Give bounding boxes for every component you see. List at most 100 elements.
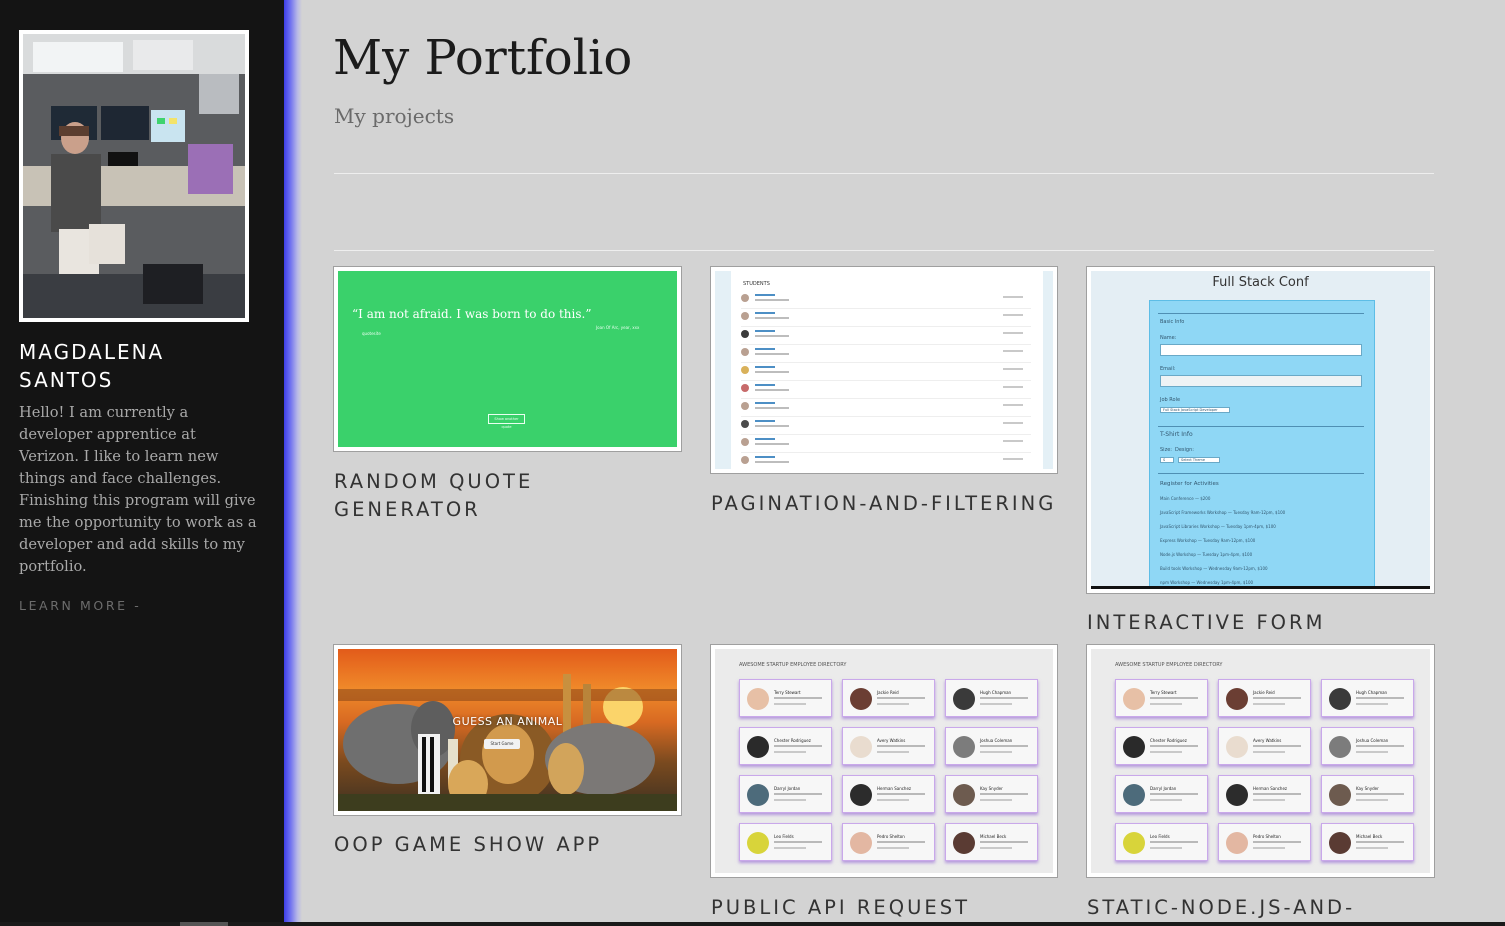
list-item [741, 363, 1031, 381]
employee-card: Herman Sanchez [842, 775, 935, 813]
directory-heading: AWESOME STARTUP EMPLOYEE DIRECTORY [739, 662, 847, 668]
employee-card: Jackie Reid [1218, 679, 1311, 717]
list-item [741, 327, 1031, 345]
activity-item: Express Workshop — Tuesday 9am-12pm, $10… [1160, 538, 1256, 543]
employee-card: Terry Stewart [739, 679, 832, 717]
activity-item: Build tools Workshop — Wednesday 9am-12p… [1160, 566, 1268, 571]
start-game-button: Start Game [484, 739, 520, 749]
employee-card: Jackie Reid [842, 679, 935, 717]
employee-card: Pedro Shelton [842, 823, 935, 861]
project-thumbnail-oop-game[interactable]: GUESS AN ANIMAL Start Game [333, 644, 682, 816]
activity-item: Main Conference — $200 [1160, 496, 1211, 501]
directory-app-preview: AWESOME STARTUP EMPLOYEE DIRECTORY Terry… [715, 649, 1053, 873]
horizontal-scrollbar[interactable] [0, 922, 1505, 926]
employee-card: Hugh Chapman [1321, 679, 1414, 717]
list-item [741, 309, 1031, 327]
employee-card: Joshua Coleman [1321, 727, 1414, 765]
profile-name: MAGDALENA SANTOS [19, 340, 165, 392]
employee-card: Leo Fields [739, 823, 832, 861]
activity-item: npm Workshop — Wednesday 1pm-4pm, $100 [1160, 580, 1254, 585]
job-role-value: Full Stack JavaScript Developer [1163, 408, 1218, 412]
student-list-page: STUDENTS [731, 271, 1043, 469]
list-item [741, 381, 1031, 399]
employee-card: Michael Beck [1321, 823, 1414, 861]
project-title-public-api[interactable]: PUBLIC API REQUEST [711, 894, 1051, 922]
project-thumbnail-static-node[interactable]: AWESOME STARTUP EMPLOYEE DIRECTORY Terry… [1086, 644, 1435, 878]
size-value: S [1163, 458, 1166, 462]
form-body: Basic Info Name: Email: Job Role Full St… [1149, 300, 1375, 589]
name-field [1160, 344, 1362, 356]
list-item [741, 399, 1031, 417]
employee-card: Joshua Coleman [945, 727, 1038, 765]
learn-more-link[interactable]: LEARN MORE - [19, 598, 141, 613]
list-item [741, 291, 1031, 309]
job-role-select: Full Stack JavaScript Developer [1160, 407, 1230, 413]
quote-app-preview: “I am not afraid. I was born to do this.… [338, 271, 677, 447]
list-item [741, 435, 1031, 453]
size-label: Size: [1160, 447, 1172, 453]
activity-item: JavaScript Libraries Workshop — Tuesday … [1160, 524, 1276, 529]
employee-card: Hugh Chapman [945, 679, 1038, 717]
form-bottom-edge [1091, 586, 1430, 589]
game-app-preview: GUESS AN ANIMAL Start Game [338, 649, 677, 811]
employee-card: Leo Fields [1115, 823, 1208, 861]
directory-heading: AWESOME STARTUP EMPLOYEE DIRECTORY [1115, 662, 1223, 668]
basic-info-label: Basic Info [1160, 319, 1185, 325]
project-thumbnail-interactive-form[interactable]: Full Stack Conf Basic Info Name: Email: … [1086, 266, 1435, 594]
safari-animals-image [338, 674, 677, 811]
employee-card: Kay Snyder [945, 775, 1038, 813]
employee-card: Herman Sanchez [1218, 775, 1311, 813]
pagination-app-preview: STUDENTS [715, 271, 1053, 469]
project-thumbnail-public-api[interactable]: AWESOME STARTUP EMPLOYEE DIRECTORY Terry… [710, 644, 1058, 878]
scrollbar-thumb[interactable] [180, 922, 228, 926]
list-item [741, 345, 1031, 363]
employee-card: Pedro Shelton [1218, 823, 1311, 861]
sidebar-accent-edge [284, 0, 302, 926]
project-title-random-quote[interactable]: RANDOM QUOTE GENERATOR [334, 468, 654, 524]
employee-card: Darryl Jordan [1115, 775, 1208, 813]
divider [334, 250, 1434, 251]
list-item [741, 417, 1031, 435]
project-title-interactive-form[interactable]: INTERACTIVE FORM [1087, 609, 1407, 637]
email-field [1160, 375, 1362, 387]
form-app-preview: Full Stack Conf Basic Info Name: Email: … [1091, 271, 1430, 589]
activity-item: Node.js Workshop — Tuesday 1pm-4pm, $100 [1160, 552, 1253, 557]
name-label: Name: [1160, 335, 1177, 341]
project-title-static-node[interactable]: STATIC-NODE.JS-AND- [1087, 894, 1427, 922]
game-title: GUESS AN ANIMAL [452, 715, 563, 728]
page-subtitle: My projects [334, 104, 455, 128]
employee-card: Chester Rodriguez [1115, 727, 1208, 765]
employee-card: Kay Snyder [1321, 775, 1414, 813]
email-label: Email: [1160, 366, 1176, 372]
profile-bio: Hello! I am currently a developer appren… [19, 404, 257, 575]
size-select: S [1160, 457, 1174, 463]
job-role-label: Job Role [1160, 397, 1181, 403]
employee-card: Avery Watkins [1218, 727, 1311, 765]
employee-card: Terry Stewart [1115, 679, 1208, 717]
project-thumbnail-random-quote[interactable]: “I am not afraid. I was born to do this.… [333, 266, 682, 452]
show-another-quote-button: Show another quote [488, 414, 525, 429]
design-select: Select Theme [1178, 457, 1220, 463]
project-title-pagination[interactable]: PAGINATION-AND-FILTERING [711, 490, 1071, 518]
quote-source: quotesite [362, 331, 381, 336]
project-thumbnail-pagination[interactable]: STUDENTS [710, 266, 1058, 474]
tshirt-info-label: T-Shirt Info [1160, 431, 1193, 438]
project-title-oop-game[interactable]: OOP GAME SHOW APP [334, 831, 654, 859]
design-label: Design: [1175, 447, 1194, 453]
employee-card: Michael Beck [945, 823, 1038, 861]
form-title: Full Stack Conf [1212, 275, 1309, 290]
divider [334, 173, 1434, 174]
profile-photo [19, 30, 249, 322]
employee-card: Chester Rodriguez [739, 727, 832, 765]
employee-card: Avery Watkins [842, 727, 935, 765]
page-title: My Portfolio [333, 30, 633, 86]
directory-app-preview: AWESOME STARTUP EMPLOYEE DIRECTORY Terry… [1091, 649, 1430, 873]
quote-text: “I am not afraid. I was born to do this.… [352, 307, 592, 321]
activities-label: Register for Activities [1160, 481, 1219, 487]
quote-author: Joan Of Arc, year, xxx [596, 325, 640, 330]
list-item [741, 453, 1031, 469]
sidebar: MAGDALENA SANTOS Hello! I am currently a… [0, 0, 284, 926]
employee-card: Darryl Jordan [739, 775, 832, 813]
design-value: Select Theme [1181, 458, 1205, 462]
activity-item: JavaScript Frameworks Workshop — Tuesday… [1160, 510, 1286, 515]
